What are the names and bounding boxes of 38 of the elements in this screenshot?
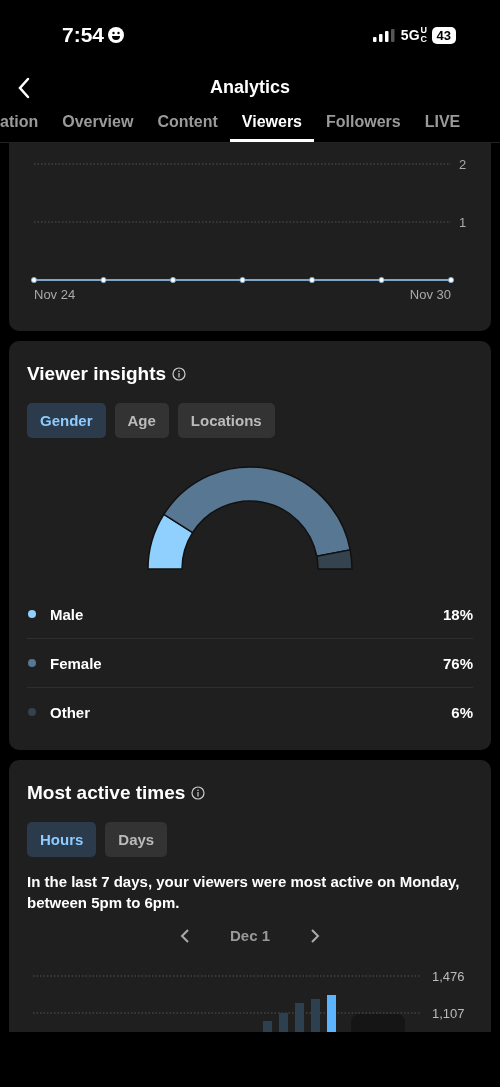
- filter-chip[interactable]: Gender: [27, 403, 106, 438]
- info-icon[interactable]: [191, 786, 206, 800]
- axis-label: 2: [459, 157, 467, 172]
- legend-label: Male: [50, 605, 85, 623]
- chevron-right-icon[interactable]: [310, 927, 320, 944]
- axis-label: 1: [459, 215, 467, 230]
- legend-label: Female: [50, 654, 103, 672]
- legend-value: 18%: [442, 605, 473, 623]
- filter-chip[interactable]: Locations: [177, 403, 275, 438]
- filter-chip[interactable]: Age: [114, 403, 169, 438]
- network-suffix: UC: [420, 26, 426, 44]
- signal-icon: [372, 28, 395, 42]
- axis-label: 1,107: [432, 1006, 465, 1021]
- axis-label: Nov 30: [409, 287, 451, 302]
- legend-value: 6%: [451, 703, 473, 721]
- clock-time: 7:54: [62, 23, 105, 47]
- legend-label: Other: [50, 703, 91, 721]
- tab[interactable]: Followers: [314, 104, 413, 142]
- legend-value: 76%: [442, 654, 473, 672]
- tab[interactable]: Content: [145, 104, 230, 142]
- back-icon[interactable]: [17, 77, 31, 99]
- chevron-left-icon[interactable]: [180, 927, 190, 944]
- section-title: Most active times: [27, 782, 186, 804]
- smiley-icon: [108, 27, 125, 43]
- tab[interactable]: ation: [0, 104, 51, 142]
- section-title: Viewer insights: [27, 363, 167, 385]
- axis-label: 1,476: [432, 969, 465, 984]
- axis-label: Nov 24: [34, 287, 76, 302]
- tab[interactable]: Overview: [50, 104, 146, 142]
- filter-chip[interactable]: Hours: [27, 822, 97, 857]
- summary-text: In the last 7 days, your viewers were most active on Monday, between 5pm to 6pm.: [27, 872, 461, 913]
- date-label: Dec 1: [230, 927, 270, 944]
- network-type: 5G: [400, 27, 420, 43]
- battery-level: 43: [431, 26, 456, 44]
- screen-title: Analytics: [209, 76, 290, 98]
- info-icon[interactable]: [172, 367, 187, 381]
- tab[interactable]: LIVE: [412, 104, 473, 142]
- filter-chip[interactable]: Days: [105, 822, 168, 857]
